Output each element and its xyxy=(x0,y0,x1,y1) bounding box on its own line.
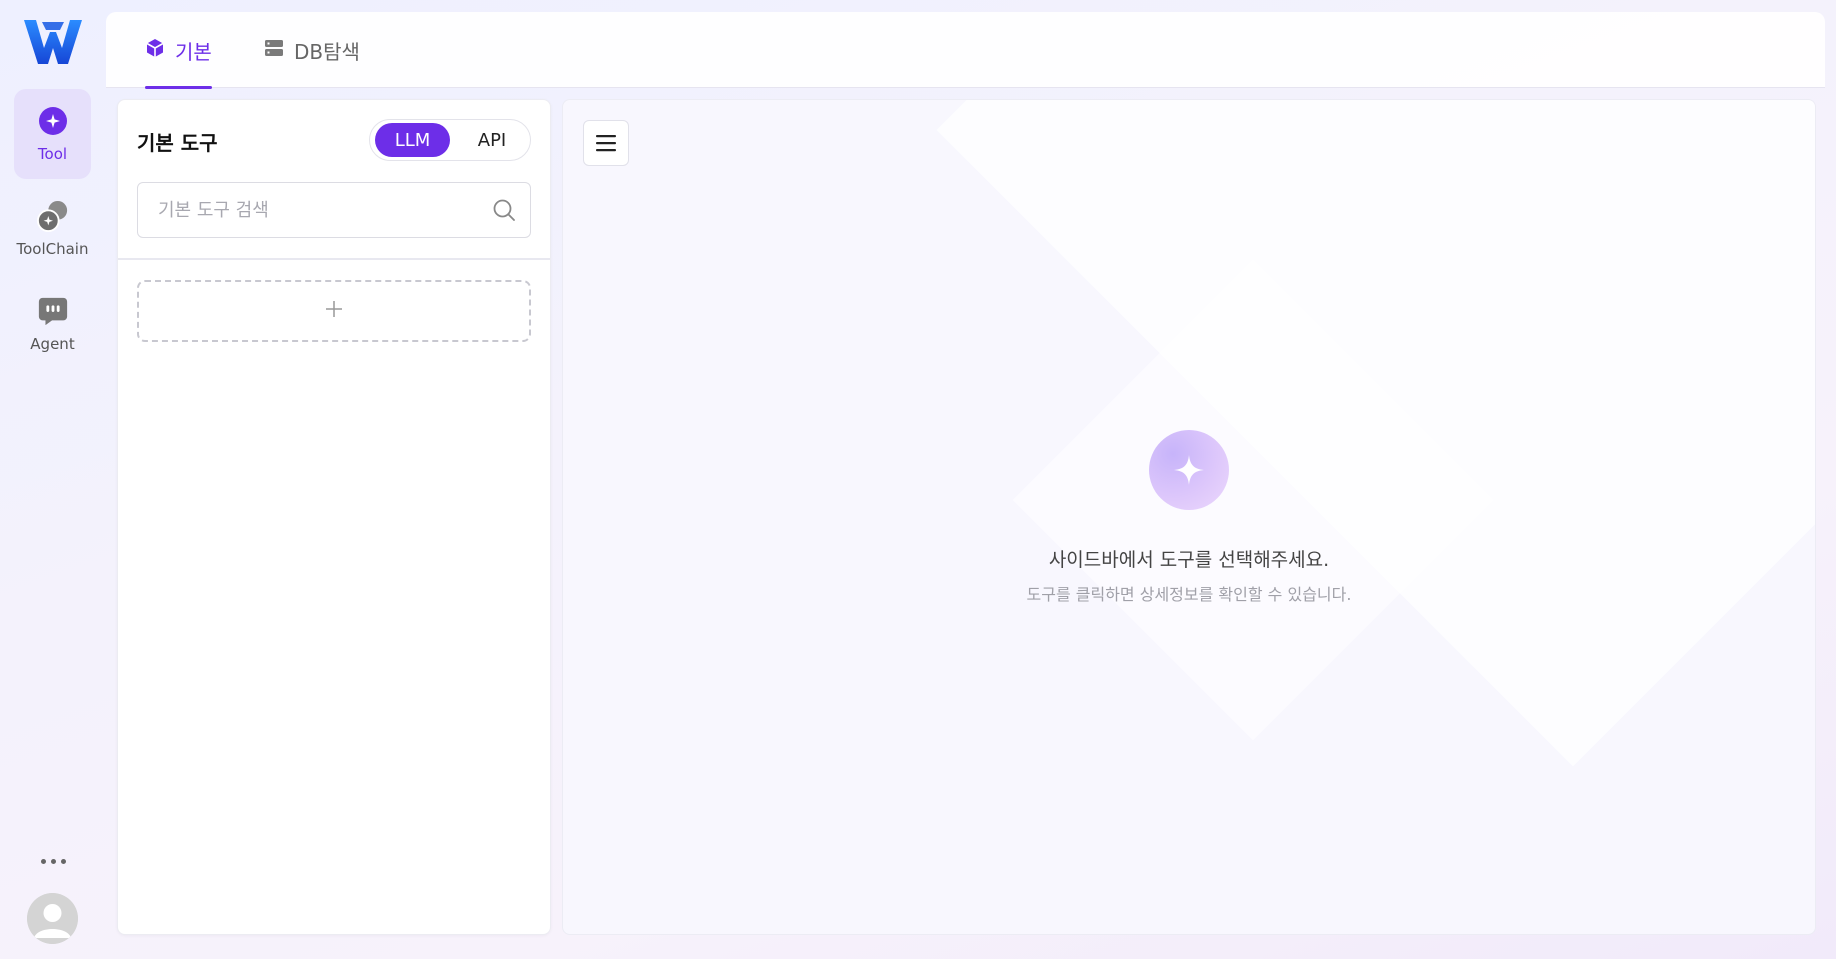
tab-label: DB탐색 xyxy=(294,39,360,64)
toggle-llm-button[interactable]: LLM xyxy=(375,123,450,157)
plus-icon xyxy=(325,300,343,322)
tool-list-panel: 기본 도구 LLM API xyxy=(117,99,551,935)
left-rail: Tool ToolChain Agent xyxy=(0,0,106,959)
llm-api-toggle: LLM API xyxy=(369,119,531,161)
rail-item-label: ToolChain xyxy=(16,240,89,258)
add-tool-button[interactable] xyxy=(137,280,531,342)
agent-chat-icon xyxy=(37,295,69,327)
rail-item-label: Tool xyxy=(37,145,68,163)
toggle-api-button[interactable]: API xyxy=(458,123,526,157)
rail-item-agent[interactable]: Agent xyxy=(14,279,91,369)
tab-label: 기본 xyxy=(175,39,212,64)
top-tab-bar: 기본 DB탐색 xyxy=(106,12,1825,89)
empty-state-title: 사이드바에서 도구를 선택해주세요. xyxy=(1048,549,1330,571)
search-icon[interactable] xyxy=(492,198,516,222)
panel-title: 기본 도구 xyxy=(137,131,218,155)
sparkle-icon xyxy=(1149,430,1229,510)
empty-state-subtitle: 도구를 클릭하면 상세정보를 확인할 수 있습니다. xyxy=(1026,585,1352,604)
database-icon xyxy=(264,38,284,63)
divider xyxy=(118,258,550,260)
w-logo-icon[interactable] xyxy=(24,20,82,64)
user-avatar-icon[interactable] xyxy=(27,893,78,944)
search-field xyxy=(137,182,531,238)
rail-item-label: Agent xyxy=(30,335,75,353)
detail-panel: 사이드바에서 도구를 선택해주세요. 도구를 클릭하면 상세정보를 확인할 수 … xyxy=(562,99,1816,935)
search-input[interactable] xyxy=(138,183,478,237)
rail-item-tool[interactable]: Tool xyxy=(14,89,91,179)
tab-basic[interactable]: 기본 xyxy=(145,12,212,89)
hamburger-menu-icon[interactable] xyxy=(583,120,629,166)
cube-icon xyxy=(145,38,165,63)
sparkle-icon xyxy=(37,105,69,137)
rail-item-toolchain[interactable]: ToolChain xyxy=(14,184,91,274)
toolchain-icon xyxy=(36,200,69,232)
tab-db-explore[interactable]: DB탐색 xyxy=(264,12,360,88)
ellipsis-icon[interactable] xyxy=(36,850,70,872)
